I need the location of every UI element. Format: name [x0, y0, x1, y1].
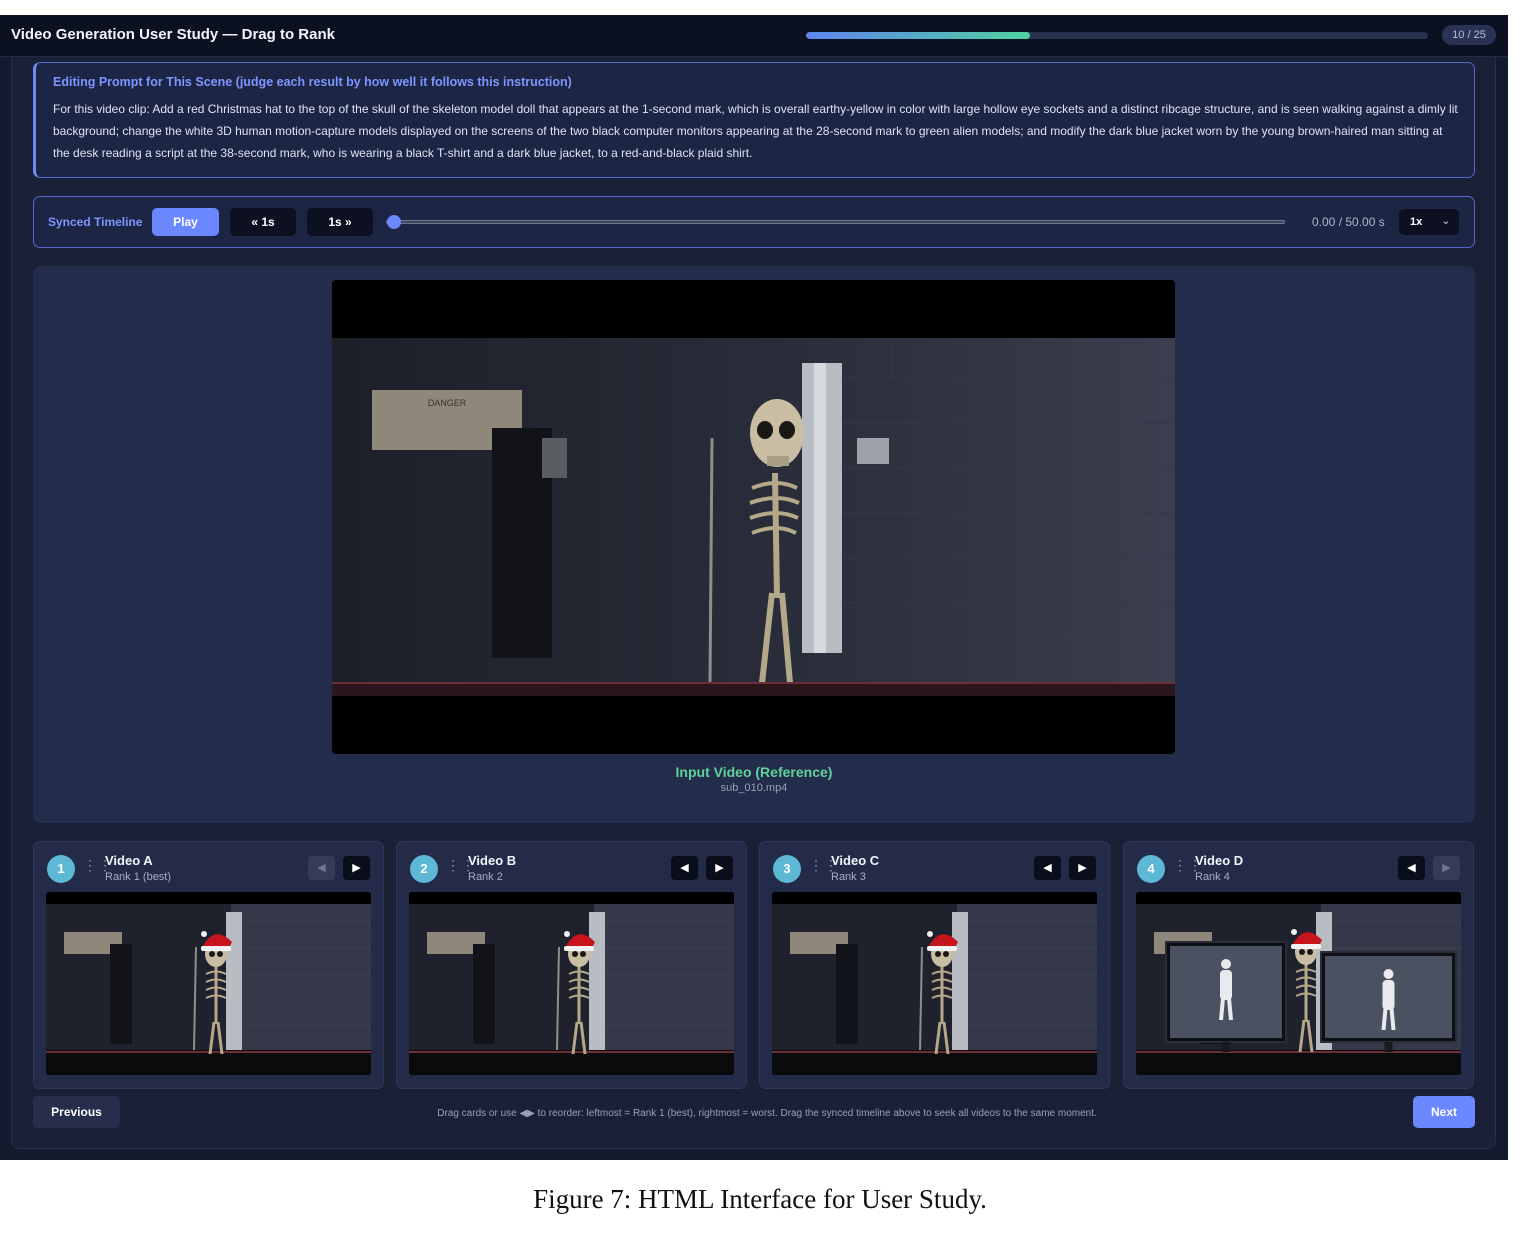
human-model-figure	[1221, 959, 1231, 969]
editing-prompt-box: Editing Prompt for This Scene (judge eac…	[33, 62, 1475, 178]
door-frame	[952, 912, 968, 1052]
study-progress-fill	[806, 32, 1030, 39]
timeline-slider-thumb[interactable]	[386, 215, 401, 229]
christmas-hat-brim	[564, 946, 594, 951]
card-title: Video A	[105, 853, 153, 868]
move-right-button[interactable]: ▶	[1069, 856, 1096, 880]
candidate-video-frame	[46, 892, 371, 1075]
christmas-hat-brim	[1291, 944, 1321, 949]
christmas-hat-brim	[927, 946, 957, 951]
brick-wall	[231, 904, 371, 1052]
card-rank-label: Rank 4	[1195, 871, 1230, 883]
playback-speed-value: 1x	[1410, 216, 1423, 228]
human-model-figure	[1383, 969, 1394, 979]
move-right-button[interactable]: ▶	[706, 856, 733, 880]
reference-video-player[interactable]: DANGER	[332, 280, 1175, 754]
christmas-hat-brim	[201, 946, 231, 951]
playback-speed-select[interactable]: 1x ⌄	[1399, 209, 1459, 235]
candidate-video-player[interactable]	[409, 892, 734, 1075]
rank-number-badge: 1	[47, 855, 75, 883]
main-panel: Editing Prompt for This Scene (judge eac…	[11, 57, 1496, 1149]
timeline-label: Synced Timeline	[48, 215, 143, 229]
candidate-video-frame	[409, 892, 734, 1075]
candidate-video-player[interactable]	[772, 892, 1097, 1075]
christmas-hat-pompom	[564, 931, 570, 937]
card-rank-label: Rank 2	[468, 871, 503, 883]
reference-video-filename: sub_010.mp4	[720, 782, 788, 794]
rank-number-badge: 3	[773, 855, 801, 883]
door-frame	[589, 912, 605, 1052]
synced-timeline: Synced Timeline Play « 1s 1s » 0.00 / 50…	[33, 196, 1475, 248]
timeline-time-readout: 0.00 / 50.00 s	[1312, 215, 1385, 229]
arrow-left-icon: ◀	[1043, 862, 1052, 874]
prompt-text: For this video clip: Add a red Christmas…	[53, 102, 1458, 160]
figure-caption: Figure 7: HTML Interface for User Study.	[533, 1184, 987, 1214]
previous-button[interactable]: Previous	[33, 1096, 120, 1128]
study-progress-bar	[806, 32, 1428, 39]
card-title: Video D	[1195, 853, 1244, 868]
arrow-right-icon: ▶	[1078, 862, 1087, 874]
christmas-hat-pompom	[1291, 929, 1297, 935]
seek-forward-1s-button[interactable]: 1s »	[307, 208, 373, 236]
progress-counter-badge: 10 / 25	[1442, 25, 1496, 45]
arrow-right-icon: ▶	[352, 862, 361, 874]
chevron-down-icon: ⌄	[1441, 216, 1450, 227]
study-app: Video Generation User Study — Drag to Ra…	[0, 15, 1508, 1160]
reference-sign-text: DANGER	[428, 398, 467, 408]
move-left-button[interactable]: ◀	[1398, 856, 1425, 880]
brick-wall	[594, 904, 734, 1052]
reference-video-title: Input Video (Reference)	[675, 764, 833, 780]
move-right-button[interactable]: ▶	[343, 856, 370, 880]
arrow-right-icon: ▶	[715, 862, 724, 874]
candidate-video-frame	[1136, 892, 1461, 1075]
card-rank-label: Rank 3	[831, 871, 866, 883]
christmas-hat-pompom	[927, 931, 933, 937]
ranking-card-video-a[interactable]: 1 ⋮⋮ Video A Rank 1 (best) ◀ ▶	[33, 841, 384, 1089]
ranking-card-video-c[interactable]: 3 ⋮⋮ Video C Rank 3 ◀ ▶	[759, 841, 1110, 1089]
rank-number-badge: 2	[410, 855, 438, 883]
move-left-button[interactable]: ◀	[1034, 856, 1061, 880]
candidate-video-frame	[772, 892, 1097, 1075]
card-title: Video B	[468, 853, 517, 868]
candidate-video-player[interactable]	[46, 892, 371, 1075]
move-left-button[interactable]: ◀	[671, 856, 698, 880]
app-title: Video Generation User Study — Drag to Ra…	[11, 26, 335, 43]
timeline-slider[interactable]	[386, 214, 1285, 230]
reference-video-frame: DANGER	[332, 338, 1175, 696]
prompt-heading: Editing Prompt for This Scene (judge eac…	[53, 75, 572, 89]
arrow-right-icon: ▶	[1442, 862, 1451, 874]
timeline-slider-track[interactable]	[386, 220, 1285, 224]
card-rank-label: Rank 1 (best)	[105, 871, 172, 883]
card-title: Video C	[831, 853, 880, 868]
reorder-hint-text: Drag cards or use ◀▶ to reorder: leftmos…	[437, 1108, 1097, 1119]
top-bar: Video Generation User Study — Drag to Ra…	[0, 15, 1508, 57]
reference-video-panel: DANGER Input Video (Reference) sub_010.m…	[33, 266, 1475, 823]
arrow-left-icon: ◀	[317, 862, 326, 874]
ranking-card-video-b[interactable]: 2 ⋮⋮ Video B Rank 2 ◀ ▶	[396, 841, 747, 1089]
rank-number-badge: 4	[1137, 855, 1165, 883]
candidate-video-player[interactable]	[1136, 892, 1461, 1075]
move-left-button[interactable]: ◀	[308, 856, 335, 880]
ranking-card-video-d[interactable]: 4 ⋮⋮ Video D Rank 4 ◀ ▶	[1123, 841, 1474, 1089]
arrow-left-icon: ◀	[1407, 862, 1416, 874]
play-button[interactable]: Play	[152, 208, 219, 236]
christmas-hat-pompom	[201, 931, 207, 937]
arrow-left-icon: ◀	[680, 862, 689, 874]
door-frame	[226, 912, 242, 1052]
next-button[interactable]: Next	[1413, 1096, 1475, 1128]
brick-wall	[957, 904, 1097, 1052]
seek-back-1s-button[interactable]: « 1s	[230, 208, 296, 236]
move-right-button[interactable]: ▶	[1433, 856, 1460, 880]
